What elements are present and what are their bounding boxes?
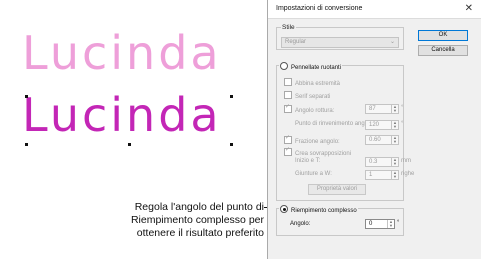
complex-fill-option[interactable]: Riempimento complesso xyxy=(279,205,358,214)
corner-join-value: 120 xyxy=(369,122,380,128)
overlap-option[interactable]: Crea sovrapposizioni xyxy=(284,146,352,157)
break-angle-input[interactable]: 87 ▲ ▼ xyxy=(365,104,399,114)
stitch-rows-unit: righe xyxy=(401,171,415,177)
cancel-button[interactable]: Cancella xyxy=(418,45,468,56)
selection-handle[interactable] xyxy=(25,143,28,146)
stitch-rows-label: Giunture a W: xyxy=(295,171,332,177)
radio-complex-fill[interactable] xyxy=(280,205,288,213)
dialog-title: Impostazioni di conversione xyxy=(276,5,363,12)
selection-handle[interactable] xyxy=(230,143,233,146)
start-end-unit: mm xyxy=(401,158,411,164)
spin-buttons[interactable]: ▲ ▼ xyxy=(391,171,398,179)
fill-angle-input[interactable]: 0 ▲ ▼ xyxy=(365,219,395,229)
fraction-input[interactable]: 0.60 ▲ ▼ xyxy=(365,135,399,145)
ok-button[interactable]: OK xyxy=(418,30,468,41)
selection-handle[interactable] xyxy=(25,95,28,98)
fraction-value: 0.60 xyxy=(369,137,381,143)
selection-handle[interactable] xyxy=(128,143,131,146)
corner-join-label: Punto di rinvenimento angolo: xyxy=(295,121,375,127)
rotated-satin-option[interactable]: Pennellate ruotanti xyxy=(279,62,343,71)
callout-line: ottenere il risultato preferito xyxy=(136,227,264,239)
spin-buttons[interactable]: ▲ ▼ xyxy=(391,136,398,144)
start-end-label: Inizio e T: xyxy=(295,158,321,164)
callout-line: Riempimento complesso per xyxy=(130,214,264,226)
corner-join-unit: ° xyxy=(401,121,404,127)
stitch-rows-value: 1 xyxy=(369,172,373,178)
separate-serifs-option[interactable]: Serif separati xyxy=(284,91,330,100)
corner-join-input[interactable]: 120 ▲ ▼ xyxy=(365,120,399,130)
preview-text-converted: Lucinda xyxy=(22,88,222,142)
chevron-down-icon: ⌄ xyxy=(389,39,395,45)
spin-buttons[interactable]: ▲ ▼ xyxy=(391,158,398,166)
callout-line: Regola l'angolo del punto di xyxy=(134,201,264,213)
spin-buttons[interactable]: ▲ ▼ xyxy=(387,220,394,228)
conversion-settings-dialog: Impostazioni di conversione ✕ Stile Regu… xyxy=(267,0,481,259)
selection-handle[interactable] xyxy=(230,95,233,98)
angle-label: Angolo: xyxy=(290,221,311,227)
spin-buttons[interactable]: ▲ ▼ xyxy=(391,121,398,129)
break-angle-unit: ° xyxy=(401,105,404,111)
close-icon[interactable]: ✕ xyxy=(465,3,473,14)
style-group-label: Stile xyxy=(281,24,296,31)
dialog-titlebar: Impostazioni di conversione ✕ xyxy=(268,0,481,19)
style-select-value: Regular xyxy=(285,39,307,45)
spin-buttons[interactable]: ▲ ▼ xyxy=(391,105,398,113)
break-angle-option[interactable]: Angolo rottura: xyxy=(284,103,335,114)
fraction-option[interactable]: Frazione angolo: xyxy=(284,134,340,145)
checkbox-overlap[interactable] xyxy=(284,146,292,156)
checkbox-fraction[interactable] xyxy=(284,134,292,144)
start-end-value: 0.3 xyxy=(369,159,378,165)
match-ends-label: Abbina estremità xyxy=(295,81,341,87)
radio-rotated-satin[interactable] xyxy=(280,62,288,70)
start-end-input[interactable]: 0.3 ▲ ▼ xyxy=(365,157,399,167)
style-select[interactable]: Regular ⌄ xyxy=(281,37,399,48)
rotated-satin-label: Pennellate ruotanti xyxy=(291,65,342,71)
overlap-label: Crea sovrapposizioni xyxy=(295,151,352,157)
match-ends-option[interactable]: Abbina estremità xyxy=(284,78,340,87)
checkbox-separate-serifs[interactable] xyxy=(284,91,292,99)
fill-angle-value: 0 xyxy=(369,221,373,227)
break-angle-label: Angolo rottura: xyxy=(295,108,335,114)
callout-text: Regola l'angolo del punto di Riempimento… xyxy=(122,201,264,240)
properties-button[interactable]: Proprietà valori xyxy=(308,184,366,195)
complex-fill-label: Riempimento complesso xyxy=(291,208,357,214)
stitch-rows-input[interactable]: 1 ▲ ▼ xyxy=(365,170,399,180)
break-angle-value: 87 xyxy=(369,106,376,112)
fill-angle-unit: ° xyxy=(397,220,400,226)
checkbox-match-ends[interactable] xyxy=(284,78,292,86)
preview-text-original: Lucinda xyxy=(22,26,222,80)
separate-serifs-label: Serif separati xyxy=(295,94,331,100)
fraction-label: Frazione angolo: xyxy=(295,139,340,145)
checkbox-break-angle[interactable] xyxy=(284,103,292,113)
